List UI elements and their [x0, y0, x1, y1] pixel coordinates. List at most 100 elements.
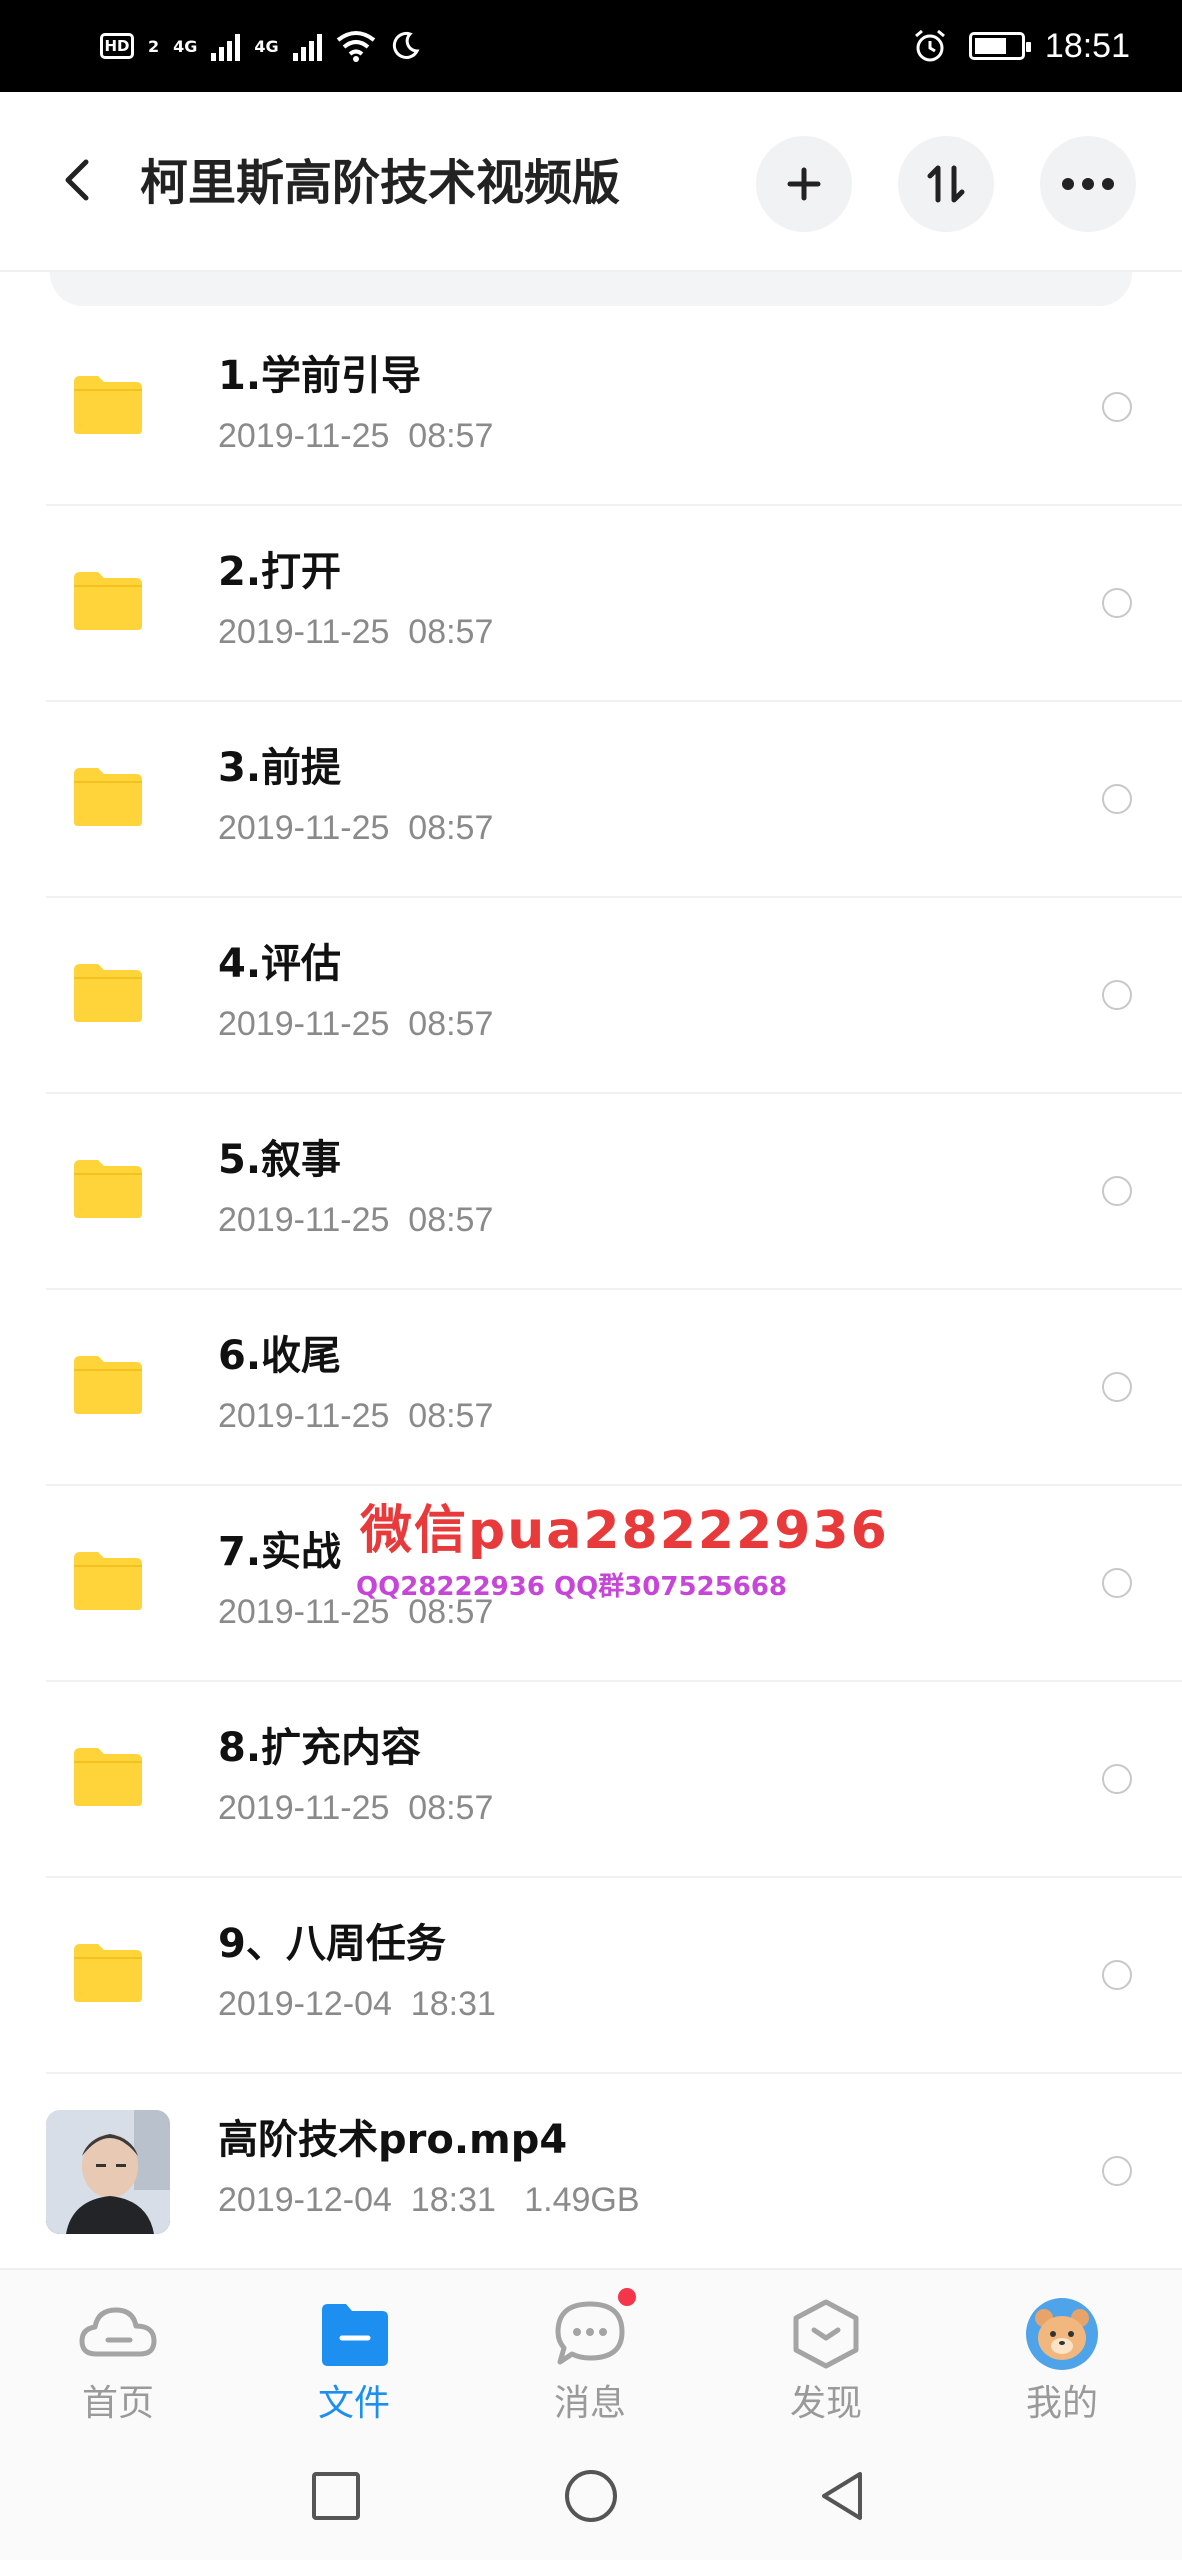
select-radio[interactable]	[1102, 1372, 1132, 1402]
battery-fill	[974, 38, 1006, 54]
folder-icon	[74, 1748, 142, 1806]
folder-icon	[74, 1356, 142, 1414]
file-meta: 2019-12-04 18:31 1.49GB	[218, 2181, 640, 2219]
file-name: 5.叙事	[218, 1137, 342, 1183]
nav-item-messages[interactable]: 消息	[472, 2270, 708, 2440]
network-label-1: 4G	[173, 36, 198, 56]
list-item-video[interactable]: 高阶技术pro.mp4 2019-12-04 18:31 1.49GB	[0, 2074, 1182, 2270]
folder-icon	[74, 1160, 142, 1218]
sort-icon	[927, 165, 965, 203]
watermark-text: 微信pua28222936	[360, 1501, 889, 1561]
watermark-subtext: QQ28222936 QQ群307525668	[356, 1572, 788, 1602]
select-radio[interactable]	[1102, 784, 1132, 814]
file-meta: 2019-11-25 08:57	[218, 417, 494, 455]
list-item-folder[interactable]: 9、八周任务 2019-12-04 18:31	[0, 1878, 1182, 2074]
status-bar: HD 2 4G 4G 18:51	[0, 0, 1182, 92]
file-meta: 2019-11-25 08:57	[218, 1005, 494, 1043]
select-radio[interactable]	[1102, 1764, 1132, 1794]
battery-icon	[968, 32, 1031, 60]
file-meta: 2019-11-25 08:57	[218, 613, 494, 651]
file-meta: 2019-11-25 08:57	[218, 1397, 494, 1435]
folder-icon	[322, 2304, 388, 2366]
chevron-left-icon	[65, 159, 89, 201]
file-list: 1.学前引导 2019-11-25 08:57 2.打开 2019-11-25 …	[0, 310, 1182, 2270]
file-meta: 2019-11-25 08:57	[218, 1201, 494, 1239]
folder-icon	[74, 376, 142, 434]
file-name: 2.打开	[218, 549, 342, 595]
wifi-icon	[336, 31, 375, 62]
nav-item-discover[interactable]: 发现	[708, 2270, 944, 2440]
file-name: 高阶技术pro.mp4	[218, 2117, 568, 2163]
alarm-icon	[914, 29, 945, 62]
folder-icon	[74, 768, 142, 826]
list-item-folder[interactable]: 4.评估 2019-11-25 08:57	[0, 898, 1182, 1094]
nav-item-home[interactable]: 首页	[0, 2270, 236, 2440]
folder-icon	[74, 1552, 142, 1610]
list-item-folder[interactable]: 5.叙事 2019-11-25 08:57	[0, 1094, 1182, 1290]
select-radio[interactable]	[1102, 392, 1132, 422]
hd-icon: HD	[100, 33, 134, 59]
file-meta: 2019-11-25 08:57	[218, 1789, 494, 1827]
video-thumbnail	[46, 2110, 170, 2234]
cloud-icon	[79, 2307, 157, 2357]
nav-label: 发现	[789, 2383, 862, 2424]
folder-icon	[74, 1944, 142, 2002]
sort-button[interactable]	[898, 136, 994, 232]
clock: 18:51	[1044, 26, 1130, 65]
header-divider	[0, 270, 1182, 272]
network-label-2: 4G	[254, 36, 279, 56]
more-button[interactable]	[1040, 136, 1136, 232]
plus-icon	[787, 167, 821, 201]
sim-label: 2	[148, 36, 160, 56]
file-name: 7.实战	[218, 1529, 342, 1575]
file-name: 4.评估	[218, 941, 342, 987]
file-meta: 2019-11-25 08:57	[218, 809, 494, 847]
discover-icon	[793, 2299, 859, 2369]
select-radio[interactable]	[1102, 980, 1132, 1010]
file-name: 1.学前引导	[218, 353, 422, 399]
select-radio[interactable]	[1102, 1568, 1132, 1598]
nav-item-files[interactable]: 文件	[236, 2270, 472, 2440]
system-nav-bar	[0, 2438, 1182, 2560]
select-radio[interactable]	[1102, 1176, 1132, 1206]
add-button[interactable]	[756, 136, 852, 232]
list-item-folder[interactable]: 2.打开 2019-11-25 08:57	[0, 506, 1182, 702]
nav-label: 首页	[81, 2383, 154, 2424]
page-title: 柯里斯高阶技术视频版	[140, 155, 621, 211]
status-left: HD 2 4G 4G	[100, 22, 420, 70]
person-thumbnail-icon	[46, 2110, 170, 2234]
list-item-folder[interactable]: 8.扩充内容 2019-11-25 08:57	[0, 1682, 1182, 1878]
chat-icon	[555, 2301, 625, 2365]
notification-badge	[618, 2288, 636, 2306]
file-meta: 2019-12-04 18:31	[218, 1985, 496, 2023]
moon-icon	[392, 31, 420, 59]
nav-item-profile[interactable]: 我的	[944, 2270, 1180, 2440]
bottom-nav: 首页 文件 消息 发现 我的	[0, 2268, 1182, 2438]
file-name: 8.扩充内容	[218, 1725, 422, 1771]
folder-icon	[74, 572, 142, 630]
file-name: 9、八周任务	[218, 1921, 446, 1967]
file-name: 6.收尾	[218, 1333, 342, 1379]
file-browser-screen: HD 2 4G 4G 18:51 柯里斯高阶技术视频版 1.学前引导 2019-…	[0, 0, 1182, 2560]
select-radio[interactable]	[1102, 2156, 1132, 2186]
signal-2-icon	[292, 31, 322, 61]
back-button[interactable]	[52, 152, 108, 208]
folder-icon	[74, 964, 142, 1022]
list-item-folder[interactable]: 3.前提 2019-11-25 08:57	[0, 702, 1182, 898]
list-item-folder[interactable]: 1.学前引导 2019-11-25 08:57	[0, 310, 1182, 506]
list-item-folder[interactable]: 6.收尾 2019-11-25 08:57	[0, 1290, 1182, 1486]
back-triangle-icon[interactable]	[812, 2466, 872, 2526]
nav-label: 文件	[317, 2383, 390, 2424]
nav-label: 我的	[1025, 2383, 1098, 2424]
status-right: 18:51	[911, 22, 1130, 70]
select-radio[interactable]	[1102, 588, 1132, 618]
home-circle-icon[interactable]	[561, 2466, 621, 2526]
select-radio[interactable]	[1102, 1960, 1132, 1990]
nav-label: 消息	[553, 2383, 626, 2424]
file-name: 3.前提	[218, 745, 342, 791]
app-header: 柯里斯高阶技术视频版	[0, 92, 1182, 270]
avatar-icon	[1026, 2298, 1098, 2370]
recents-square-icon[interactable]	[306, 2466, 366, 2526]
more-horizontal-icon	[1062, 178, 1114, 190]
signal-1-icon	[211, 31, 241, 61]
